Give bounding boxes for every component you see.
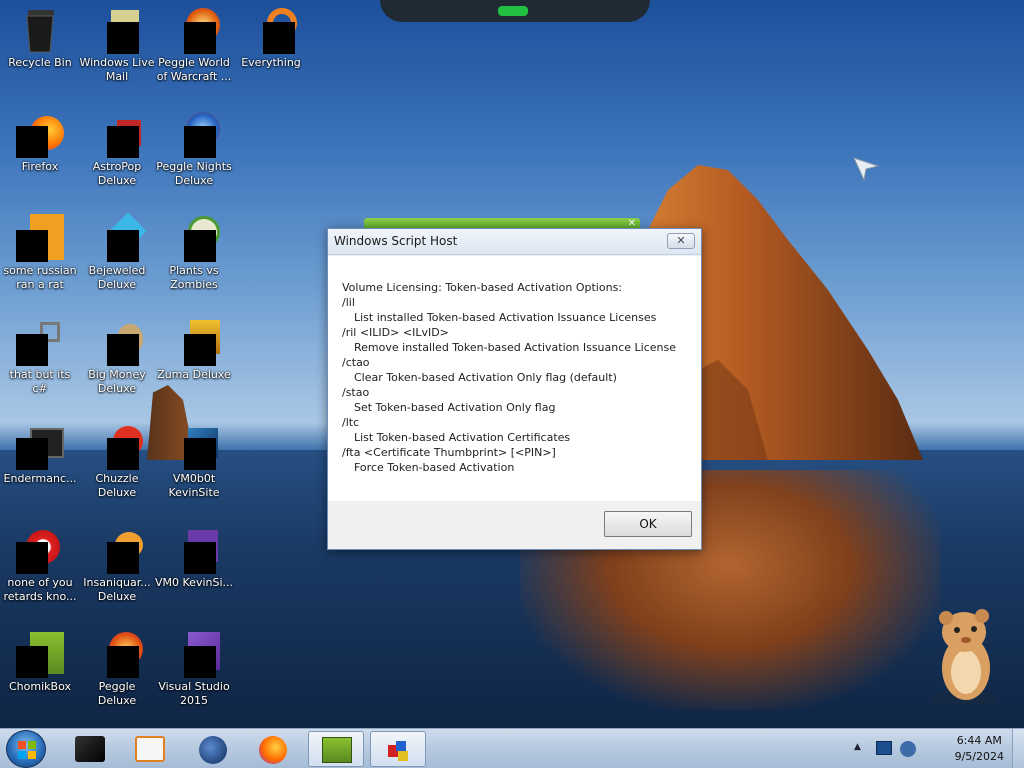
- script-file-icon: [16, 214, 64, 262]
- dialog-message: Volume Licensing: Token-based Activation…: [342, 280, 692, 475]
- black-box-icon: [75, 736, 105, 762]
- everything-search-icon: [247, 6, 297, 54]
- desktop-icon-that-but-its-csharp[interactable]: that but its c#: [1, 318, 79, 396]
- taskbar-button-script-host[interactable]: [370, 731, 426, 767]
- desktop-icon-chomikbox[interactable]: ChomikBox: [1, 630, 79, 694]
- mail-icon: [93, 6, 141, 54]
- dialog-line: Set Token-based Activation Only flag: [354, 401, 556, 414]
- chomikbox-icon: [16, 630, 64, 678]
- dialog-message-area: Volume Licensing: Token-based Activation…: [328, 256, 701, 501]
- close-icon: ✕: [676, 234, 686, 247]
- taskbar-button-media-player[interactable]: [122, 731, 178, 767]
- desktop-icon-windows-live-mail[interactable]: Windows Live Mail: [78, 6, 156, 84]
- zuma-icon: [170, 318, 220, 366]
- chomikbox-icon: [322, 737, 352, 763]
- script-host-icon: [388, 741, 408, 761]
- visual-studio-icon: [170, 630, 220, 678]
- peggle-nights-icon: [170, 110, 220, 158]
- bejeweled-icon: [93, 212, 147, 262]
- clock[interactable]: 6:44 AM 9/5/2024: [955, 733, 1004, 765]
- peggle-wow-icon: [170, 6, 220, 54]
- network-icon[interactable]: [876, 741, 892, 755]
- dialog-line: /ctao: [342, 356, 370, 369]
- dialog-line: /ril <ILID> <ILvID>: [342, 326, 449, 339]
- dialog-line: Force Token-based Activation: [354, 461, 515, 474]
- taskbar-button-black-box[interactable]: [62, 731, 118, 767]
- dialog-line: Clear Token-based Activation Only flag (…: [354, 371, 617, 384]
- clock-date: 9/5/2024: [954, 750, 1004, 763]
- firefox-icon: [259, 736, 287, 764]
- chuzzle-icon: [93, 422, 143, 470]
- hamster-mascot-icon: [930, 609, 998, 705]
- desktop-icon-bejeweled[interactable]: Bejeweled Deluxe: [78, 212, 156, 292]
- desktop-icon-vm0-kevinsite[interactable]: VM0 KevinSi...: [155, 526, 233, 590]
- desktop-icon-peggle-deluxe[interactable]: Peggle Deluxe: [78, 630, 156, 708]
- fish-icon: [93, 526, 143, 574]
- peggle-icon: [93, 630, 143, 678]
- plants-vs-zombies-icon: [170, 214, 220, 262]
- taskbar-button-firefox[interactable]: [246, 731, 302, 767]
- windows-script-host-dialog: Windows Script Host ✕ Volume Licensing: …: [327, 228, 702, 550]
- shortcut-icon: [16, 318, 64, 366]
- top-widget: [380, 0, 650, 22]
- windows-logo-icon: [18, 741, 36, 759]
- dialog-line: /fta <Certificate Thumbprint> [<PIN>]: [342, 446, 556, 459]
- dialog-line: Remove installed Token-based Activation …: [354, 341, 677, 354]
- desktop-icon-recycle-bin[interactable]: Recycle Bin: [1, 6, 79, 70]
- terminal-icon: [16, 422, 64, 470]
- desktop-icon-everything[interactable]: Everything: [232, 6, 310, 70]
- media-player-icon: [135, 736, 165, 762]
- dialog-title: Windows Script Host: [334, 234, 458, 248]
- recycle-bin-icon: [16, 6, 64, 54]
- desktop-icon-chuzzle[interactable]: Chuzzle Deluxe: [78, 422, 156, 500]
- desktop-icon-zuma[interactable]: Zuma Deluxe: [155, 318, 233, 382]
- desktop-icon-astropop[interactable]: AstroPop Deluxe: [78, 110, 156, 188]
- astropop-icon: [93, 110, 141, 158]
- taskbar-button-chomikbox[interactable]: [308, 731, 364, 767]
- desktop-icon-peggle-nights[interactable]: Peggle Nights Deluxe: [155, 110, 233, 188]
- desktop-icon-endermanc[interactable]: Endermanc...: [1, 422, 79, 486]
- dialog-line: List Token-based Activation Certificates: [354, 431, 571, 444]
- dialog-footer: OK: [328, 501, 701, 549]
- desktop-icon-insaniquarium[interactable]: Insaniquar... Deluxe: [78, 526, 156, 604]
- firefox-icon: [16, 110, 64, 158]
- visual-studio-icon: [170, 526, 218, 574]
- mouse-cursor-icon: [853, 157, 880, 182]
- dialog-line: /stao: [342, 386, 370, 399]
- dialog-line: List installed Token-based Activation Is…: [354, 311, 657, 324]
- desktop-icon-visual-studio-2015[interactable]: Visual Studio 2015: [155, 630, 233, 708]
- program-icon: [16, 526, 64, 574]
- desktop-icon-vm0b0t[interactable]: VM0b0t KevinSite: [155, 422, 233, 500]
- dialog-titlebar[interactable]: Windows Script Host ✕: [328, 229, 701, 255]
- desktop-icon-firefox[interactable]: Firefox: [1, 110, 79, 174]
- desktop-icon-none-of-you[interactable]: none of you retards kno...: [1, 526, 79, 604]
- virtual-machine-icon: [170, 422, 218, 470]
- dialog-line: Volume Licensing: Token-based Activation…: [342, 281, 623, 294]
- desktop-icon-some-russian[interactable]: some russian ran a rat: [1, 214, 79, 292]
- dialog-line: /ltc: [342, 416, 360, 429]
- desktop-icon-plants-vs-zombies[interactable]: Plants vs Zombies: [155, 214, 233, 292]
- globe-icon: [199, 736, 227, 764]
- close-button[interactable]: ✕: [667, 233, 695, 249]
- taskbar-button-globe[interactable]: [186, 731, 242, 767]
- ok-button[interactable]: OK: [604, 511, 692, 537]
- clock-time: 6:44 AM: [956, 734, 1002, 747]
- taskbar: ▲ 6:44 AM 9/5/2024: [0, 728, 1024, 768]
- chevron-up-icon[interactable]: ▲: [854, 742, 861, 752]
- money-bag-icon: [93, 318, 143, 366]
- volume-icon[interactable]: [900, 741, 916, 757]
- start-button[interactable]: [6, 730, 46, 768]
- show-desktop-button[interactable]: [1012, 729, 1024, 768]
- desktop-icon-big-money[interactable]: Big Money Deluxe: [78, 318, 156, 396]
- desktop-icon-peggle-wow[interactable]: Peggle World of Warcraft ...: [155, 6, 233, 84]
- dialog-line: /lil: [342, 296, 355, 309]
